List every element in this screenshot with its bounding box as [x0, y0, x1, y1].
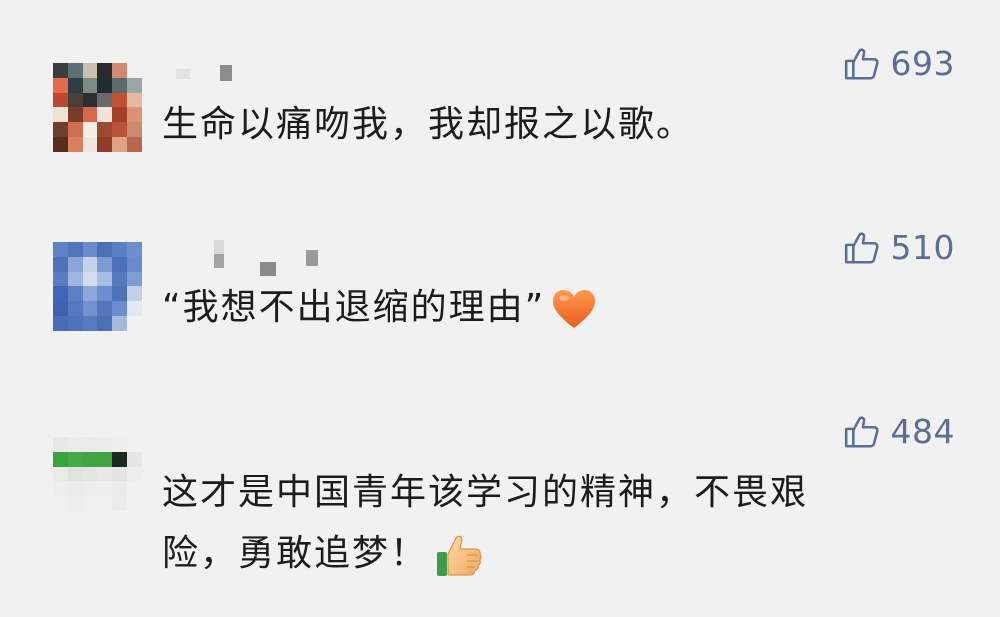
thumbs-up-outline-icon — [843, 413, 881, 451]
like-count: 693 — [890, 44, 955, 83]
username[interactable] — [176, 63, 236, 83]
like-count: 510 — [890, 228, 955, 267]
like-button[interactable]: 484 — [843, 412, 956, 451]
comment-text: 生命以痛吻我，我却报之以歌。 — [162, 94, 922, 155]
avatar[interactable] — [53, 437, 142, 526]
thumbs-up-outline-icon — [843, 45, 881, 83]
thumbs-up-icon — [434, 530, 484, 580]
comment-text-content: “我想不出退缩的理由” — [162, 287, 546, 328]
like-button[interactable]: 693 — [843, 44, 956, 83]
like-count: 484 — [890, 412, 955, 451]
comment-text-content: 生命以痛吻我，我却报之以歌。 — [162, 104, 695, 145]
orange-heart-icon — [551, 288, 597, 330]
comment-text: 这才是中国青年该学习的精神，不畏艰险，勇敢追梦！ — [162, 462, 882, 584]
comment-text: “我想不出退缩的理由” — [162, 277, 922, 338]
username[interactable] — [214, 240, 324, 280]
avatar[interactable] — [53, 242, 142, 331]
avatar[interactable] — [53, 63, 142, 152]
thumbs-up-outline-icon — [843, 229, 881, 267]
comment-text-content: 这才是中国青年该学习的精神，不畏艰险，勇敢追梦！ — [162, 472, 809, 574]
like-button[interactable]: 510 — [843, 228, 956, 267]
